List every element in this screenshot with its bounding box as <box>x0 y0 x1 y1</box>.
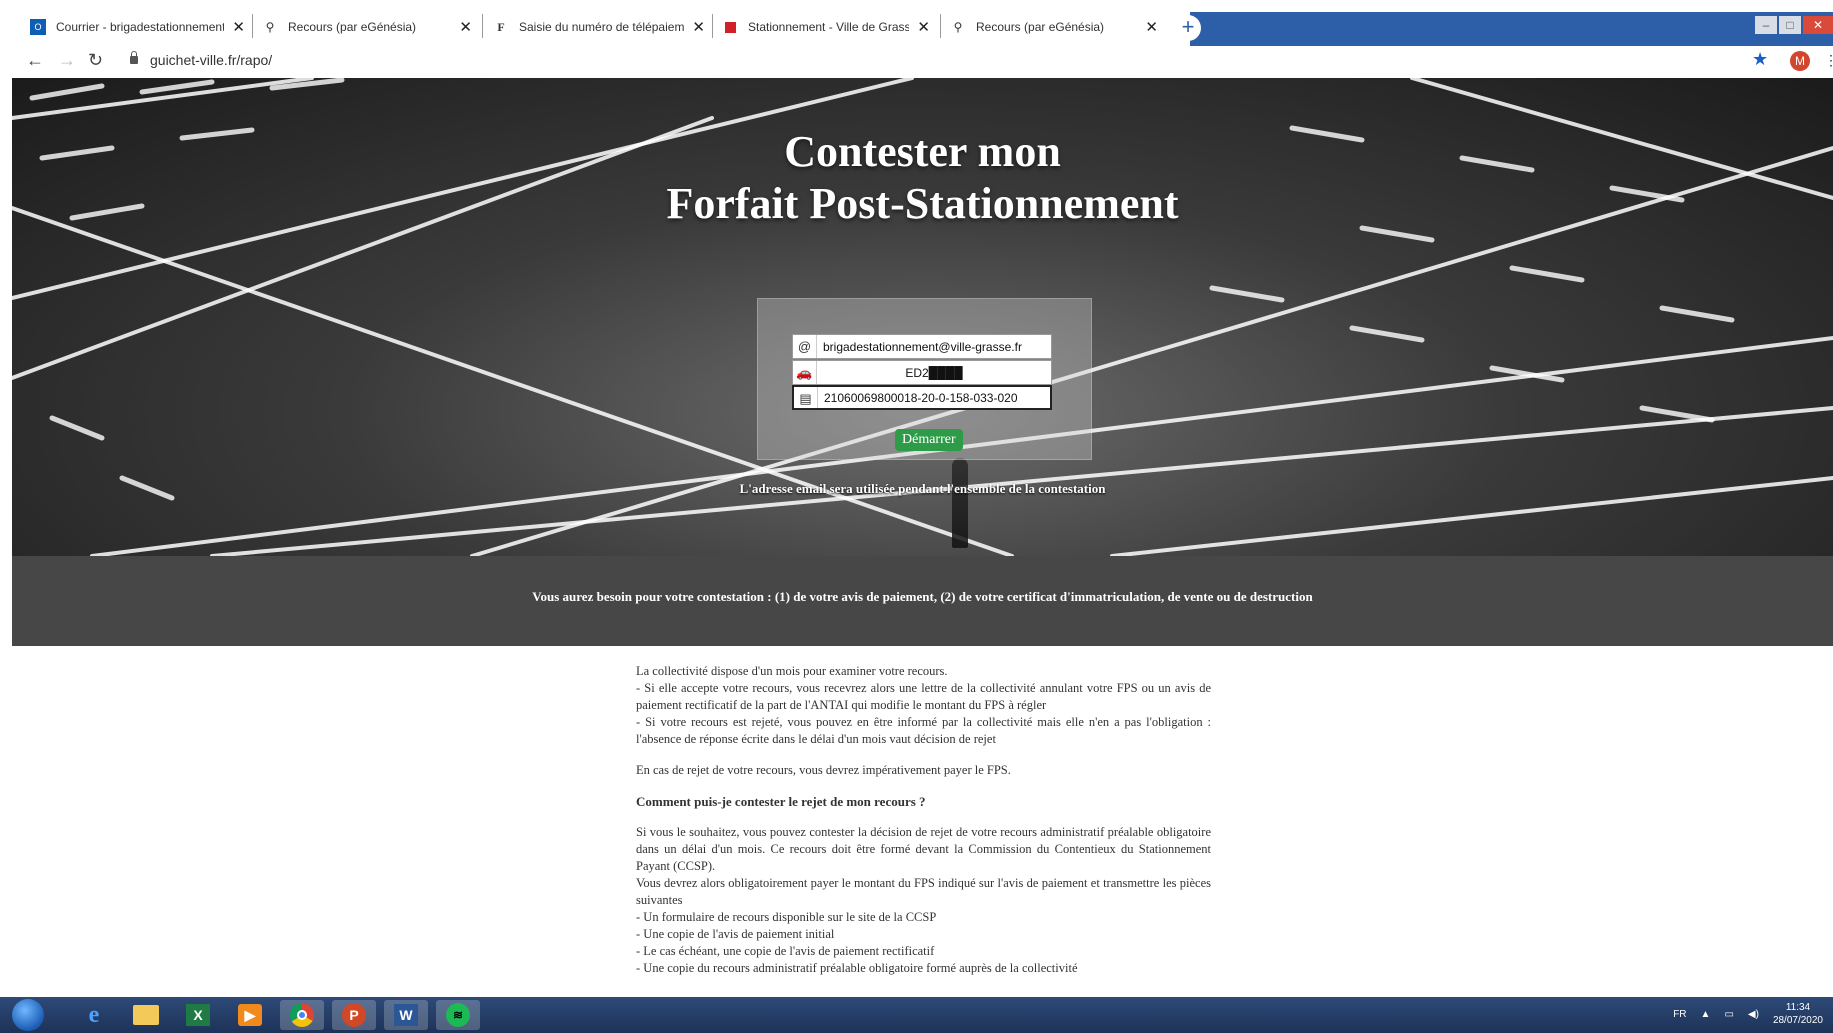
paragraph: La collectivité dispose d'un mois pour e… <box>636 664 948 678</box>
red-square-icon <box>722 19 738 35</box>
document-icon: ▤ <box>794 387 818 408</box>
outlook-icon: O <box>30 19 46 35</box>
reload-icon[interactable]: ↻ <box>88 50 103 71</box>
page-title-line2: Forfait Post-Stationnement <box>666 179 1179 228</box>
clock-date: 28/07/2020 <box>1772 1015 1823 1026</box>
chrome-icon[interactable] <box>280 1000 324 1030</box>
tab-courrier[interactable]: O Courrier - brigadestationnement ✕ <box>30 10 245 44</box>
tab-strip-background <box>1190 12 1833 46</box>
close-tab-icon[interactable]: ✕ <box>917 18 930 36</box>
maximize-button[interactable]: □ <box>1779 16 1801 34</box>
car-icon: 🚗 <box>793 361 817 384</box>
clock-time: 11:34 <box>1785 1002 1811 1013</box>
tab-divider <box>482 14 483 38</box>
page-title-line1: Contester mon <box>784 127 1061 176</box>
close-tab-icon[interactable]: ✕ <box>459 18 472 36</box>
email-field[interactable]: @ <box>792 334 1052 359</box>
language-indicator[interactable]: FR <box>1673 1009 1686 1020</box>
tab-recours-active[interactable]: ⚲ Recours (par eGénésia) ✕ <box>950 10 1158 44</box>
volume-icon[interactable]: ◀) <box>1748 1009 1759 1020</box>
browser-tab-bar: O Courrier - brigadestationnement ✕ ⚲ Re… <box>0 0 1833 46</box>
url-field[interactable]: guichet-ville.fr/rapo/ <box>150 52 272 68</box>
spotify-icon[interactable]: ≋ <box>436 1000 480 1030</box>
requirements-text: Vous aurez besoin pour votre contestatio… <box>532 589 1313 604</box>
at-sign-icon: @ <box>793 335 817 358</box>
tray-expand-icon[interactable]: ▲ <box>1701 1009 1711 1020</box>
forward-arrow-icon[interactable]: → <box>58 50 76 71</box>
paragraph: - Si elle accepte votre recours, vous re… <box>636 681 1211 712</box>
tab-recours-1[interactable]: ⚲ Recours (par eGénésia) ✕ <box>262 10 472 44</box>
person-silhouette <box>952 458 968 548</box>
window-controls: – □ ✕ <box>1755 16 1833 34</box>
windows-taskbar: e X ▶ P W ≋ FR ▲ ▭ ◀) 11:34 28/07/2020 <box>0 997 1833 1033</box>
avis-number-input[interactable] <box>818 390 1050 405</box>
location-pin-icon: ⚲ <box>265 20 275 34</box>
network-icon[interactable]: ▭ <box>1724 1009 1733 1020</box>
word-icon[interactable]: W <box>384 1000 428 1030</box>
start-button[interactable]: Démarrer <box>895 429 963 451</box>
media-player-icon[interactable]: ▶ <box>228 1000 272 1030</box>
close-tab-icon[interactable]: ✕ <box>692 18 705 36</box>
email-input[interactable] <box>817 339 1051 354</box>
internet-explorer-icon[interactable]: e <box>72 1000 116 1030</box>
tab-title: Stationnement - Ville de Grasse <box>748 20 910 34</box>
section-heading: Comment puis-je contester le rejet de mo… <box>636 794 926 809</box>
avis-field[interactable]: ▤ <box>792 385 1052 410</box>
address-bar: ← → ↻ guichet-ville.fr/rapo/ ★ M ⋮ <box>0 46 1833 78</box>
close-window-button[interactable]: ✕ <box>1803 16 1833 34</box>
bookmark-star-icon[interactable]: ★ <box>1752 49 1768 70</box>
hero-banner: Contester mon Forfait Post-Stationnement… <box>12 78 1833 556</box>
close-tab-icon[interactable]: ✕ <box>232 18 245 36</box>
paragraph: En cas de rejet de votre recours, vous d… <box>636 763 1011 777</box>
tab-stationnement[interactable]: Stationnement - Ville de Grasse ✕ <box>722 10 930 44</box>
tab-title: Recours (par eGénésia) <box>288 20 417 34</box>
powerpoint-icon[interactable]: P <box>332 1000 376 1030</box>
f-logo-icon: F <box>497 19 505 34</box>
profile-avatar[interactable]: M <box>1790 51 1810 71</box>
paragraph: Vous devrez alors obligatoirement payer … <box>636 876 1211 907</box>
lock-icon <box>130 51 138 64</box>
tab-saisie[interactable]: F Saisie du numéro de télépaiement ✕ <box>493 10 705 44</box>
new-tab-button[interactable]: + <box>1175 15 1201 41</box>
tab-divider <box>940 14 941 38</box>
plate-input[interactable] <box>817 365 1051 380</box>
email-note: L'adresse email sera utilisée pendant l'… <box>739 481 1106 496</box>
tab-title: Courrier - brigadestationnement <box>56 20 225 34</box>
requirements-band: Vous aurez besoin pour votre contestatio… <box>12 556 1833 646</box>
plate-field[interactable]: 🚗 <box>792 360 1052 385</box>
paragraph: - Si votre recours est rejeté, vous pouv… <box>636 715 1211 746</box>
system-tray: FR ▲ ▭ ◀) 11:34 28/07/2020 <box>1673 1001 1823 1027</box>
list-item: - Une copie de l'avis de paiement initia… <box>636 927 835 941</box>
paragraph: Si vous le souhaitez, vous pouvez contes… <box>636 825 1211 873</box>
location-pin-icon: ⚲ <box>953 20 963 34</box>
menu-dots-icon[interactable]: ⋮ <box>1824 52 1833 69</box>
list-item: - Un formulaire de recours disponible su… <box>636 910 937 924</box>
tab-title: Recours (par eGénésia) <box>976 20 1105 34</box>
back-arrow-icon[interactable]: ← <box>26 50 44 71</box>
list-item: - Le cas échéant, une copie de l'avis de… <box>636 944 935 958</box>
minimize-button[interactable]: – <box>1755 16 1777 34</box>
tab-title: Saisie du numéro de télépaiement <box>519 20 685 34</box>
list-item: - Une copie du recours administratif pré… <box>636 961 1078 975</box>
info-content: La collectivité dispose d'un mois pour e… <box>636 663 1211 977</box>
tab-divider <box>252 14 253 38</box>
close-tab-icon[interactable]: ✕ <box>1145 18 1158 36</box>
excel-icon[interactable]: X <box>176 1000 220 1030</box>
tab-divider <box>712 14 713 38</box>
start-button-orb[interactable] <box>12 999 44 1031</box>
clock[interactable]: 11:34 28/07/2020 <box>1773 1001 1823 1027</box>
file-explorer-icon[interactable] <box>124 1000 168 1030</box>
contest-form-panel: @ 🚗 ▤ Démarrer <box>757 298 1092 460</box>
